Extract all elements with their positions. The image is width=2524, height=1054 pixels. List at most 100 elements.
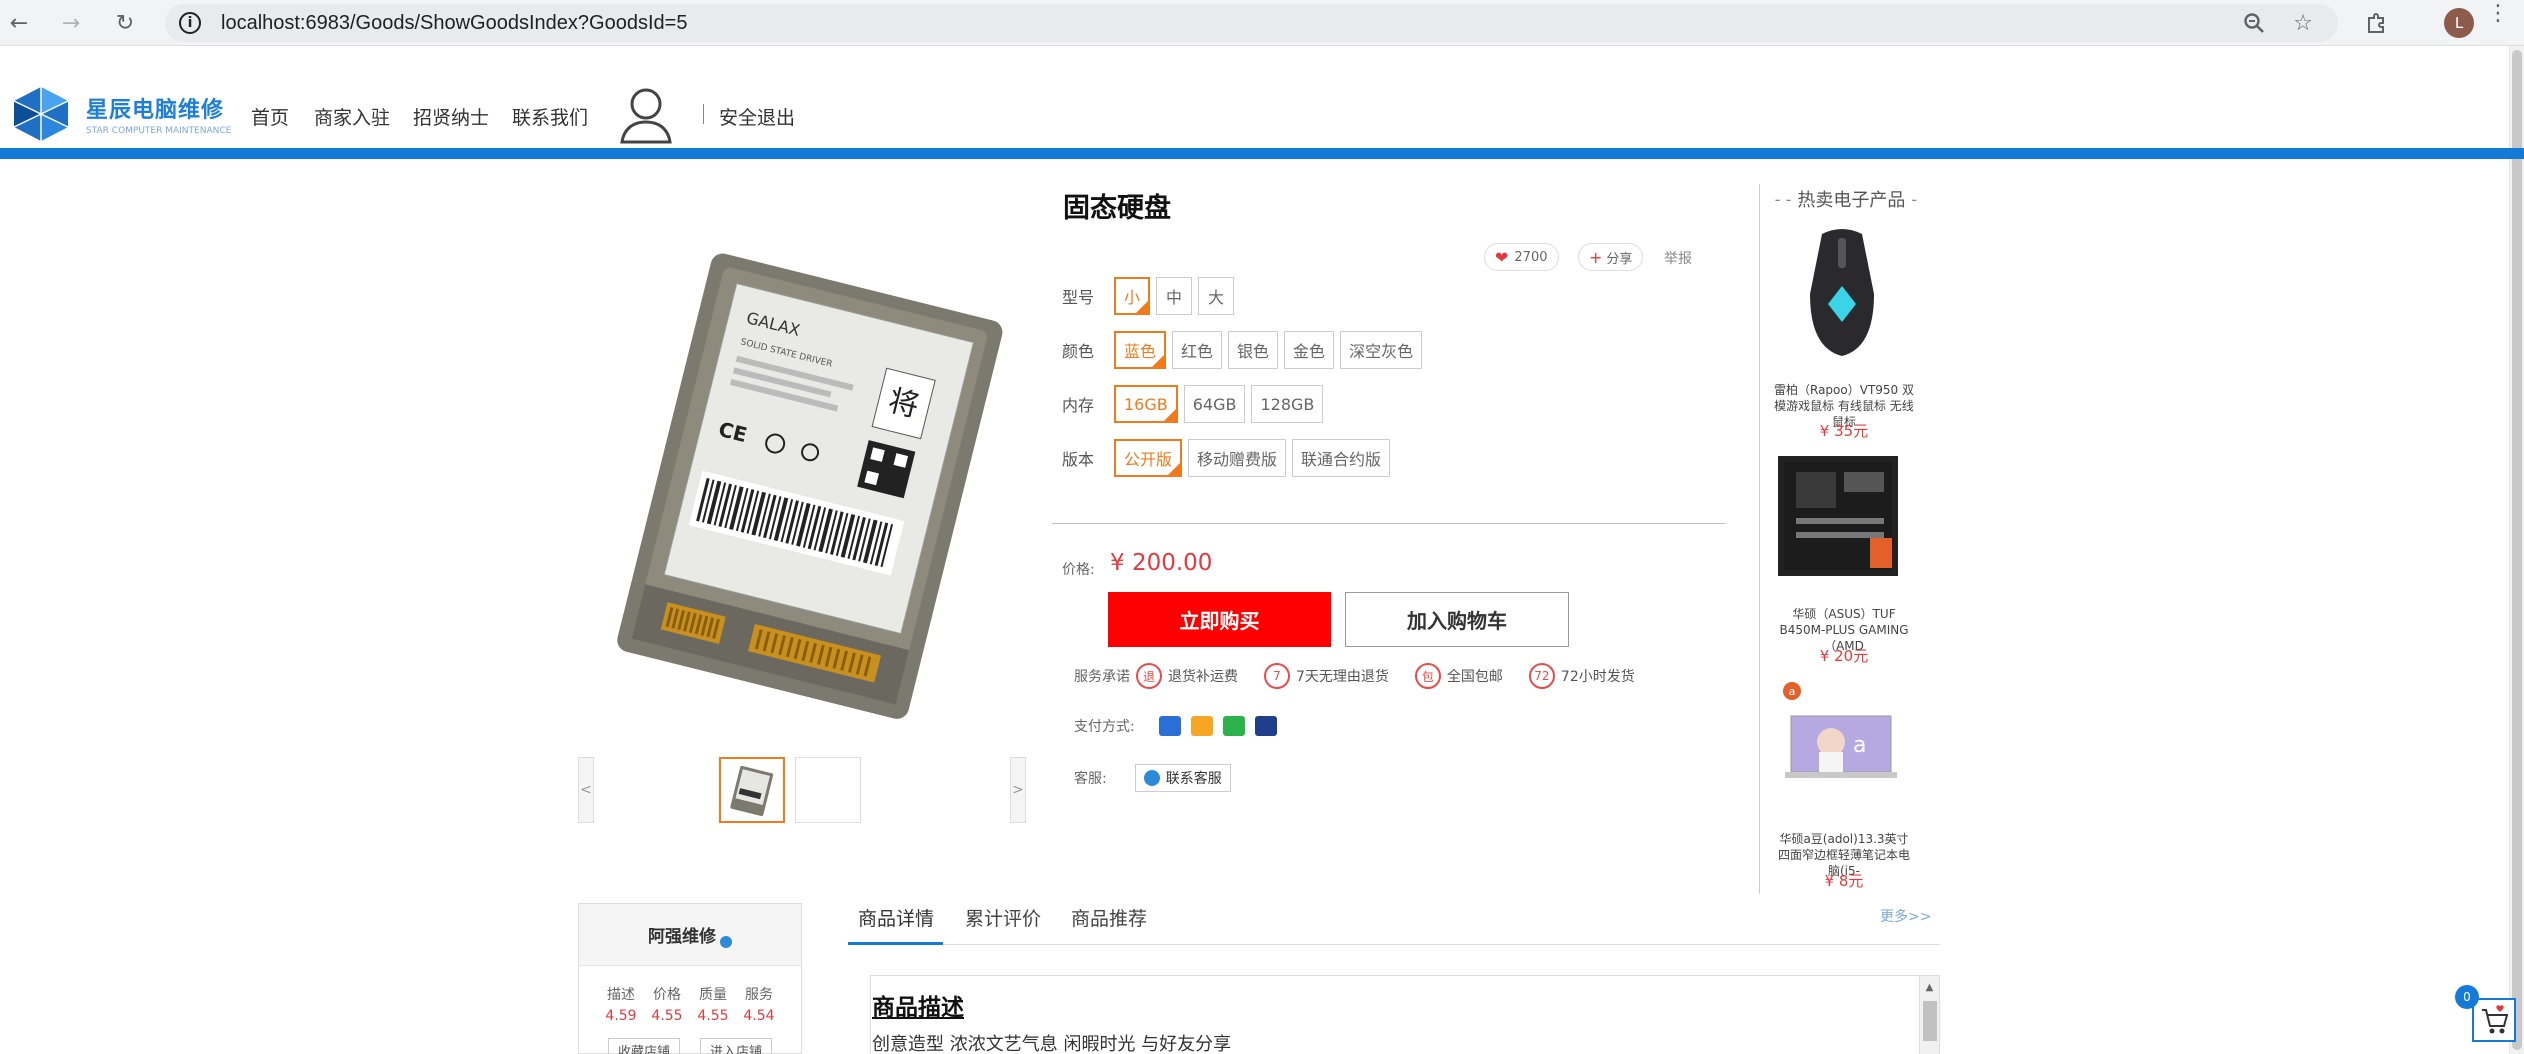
option-version-mobile[interactable]: 移动赠费版 [1188,439,1287,477]
zoom-icon[interactable] [2237,6,2271,40]
price-value: ¥ 200.00 [1110,550,1213,576]
heart-icon: ❤ [1495,247,1509,267]
logo-icon [13,87,69,141]
option-label: 颜色 [1062,342,1095,361]
page-scrollbar[interactable] [2509,46,2524,1054]
shop-chat-icon[interactable] [720,935,732,948]
like-button[interactable]: ❤ 2700 [1484,243,1559,271]
more-link[interactable]: 更多>> [1880,906,1931,926]
option-row-memory: 内存 16GB 64GB 128GB [1062,385,1329,423]
user-icon[interactable] [618,84,674,150]
brand-name: 星辰电脑维修 [86,98,225,123]
tab-active-indicator [848,942,943,945]
cart-icon [2482,1005,2509,1034]
shop-stat-label: 价格 [653,987,681,1003]
browser-toolbar: ← → ↻ i localhost:6983/Goods/ShowGoodsIn… [0,0,2524,46]
bookmark-star-icon[interactable]: ☆ [2286,6,2320,40]
tab-recommend[interactable]: 商品推荐 [1071,904,1147,931]
address-bar[interactable]: i localhost:6983/Goods/ShowGoodsIndex?Go… [165,4,2338,42]
shop-card: 阿强维修 描述 价格 质量 服务 4.59 4.55 4.55 4.54 收藏店… [578,903,802,1054]
option-version-public[interactable]: 公开版 [1114,439,1183,477]
option-color-silver[interactable]: 银色 [1228,331,1279,369]
card-pay-icon [1158,716,1181,736]
forward-icon[interactable]: → [56,8,86,38]
thumbnail-2[interactable] [795,757,861,823]
option-model-large[interactable]: 大 [1198,277,1234,315]
shop-stat-value: 4.55 [651,1008,683,1024]
url-text[interactable]: localhost:6983/Goods/ShowGoodsIndex?Good… [221,12,687,35]
menu-kebab-icon[interactable]: ⋮ [2487,3,2509,25]
brand-badge-icon: a [1783,682,1801,700]
hot-item-2-image[interactable] [1778,456,1898,576]
option-version-unicom[interactable]: 联通合约版 [1292,439,1391,477]
shop-name[interactable]: 阿强维修 [648,922,716,947]
service-text: 72小时发货 [1560,669,1635,685]
back-icon[interactable]: ← [4,8,34,38]
extensions-icon[interactable] [2360,6,2394,40]
site-logo[interactable]: 星辰电脑维修 STAR COMPUTER MAINTENANCE [10,85,231,143]
detail-scrollbar-thumb[interactable] [1922,1001,1937,1041]
site-info-icon[interactable]: i [179,12,201,34]
product-main-image[interactable]: GALAX SOLID STATE DRIVER 将 CE [590,240,1020,730]
enter-shop-button[interactable]: 进入店铺 [700,1038,772,1054]
72h-delivery-icon: 72 [1528,663,1555,689]
share-label: 分享 [1606,251,1633,267]
nav-contact[interactable]: 联系我们 [512,103,588,130]
option-color-spacegray[interactable]: 深空灰色 [1340,331,1423,369]
shop-stat-label: 描述 [607,987,635,1003]
logout-link[interactable]: 安全退出 [719,103,795,130]
nav-merchant[interactable]: 商家入驻 [314,103,390,130]
info-divider [1052,523,1725,524]
chat-icon [1143,770,1160,786]
profile-avatar[interactable]: L [2444,8,2474,38]
thumb-prev-button[interactable]: < [578,757,594,823]
option-label: 版本 [1062,450,1095,469]
detail-scrollbar[interactable]: ▲ [1919,976,1939,1054]
option-color-red[interactable]: 红色 [1172,331,1223,369]
nav-divider [703,104,704,124]
service-promises: 服务承诺 退 退货补运费 7 7天无理由退货 包 全国包邮 72 72小时发货 [1074,663,1661,689]
floating-cart-button[interactable] [2472,998,2516,1042]
shop-stat-value: 4.55 [697,1008,729,1024]
option-label: 型号 [1062,288,1095,307]
option-model-small[interactable]: 小 [1114,277,1150,315]
tab-details[interactable]: 商品详情 [858,904,934,931]
option-memory-16gb[interactable]: 16GB [1114,385,1178,423]
header-accent-bar [0,148,2524,159]
scrollbar-thumb[interactable] [2512,50,2522,1050]
shop-stat-label: 服务 [745,987,773,1003]
hot-item-3-price: ¥ 8元 [1824,872,1864,890]
report-link[interactable]: 举报 [1664,248,1692,268]
nav-home[interactable]: 首页 [251,103,289,130]
option-model-medium[interactable]: 中 [1156,277,1192,315]
favorite-shop-button[interactable]: 收藏店铺 [608,1038,680,1054]
shop-stat-value: 4.54 [743,1008,775,1024]
option-memory-64gb[interactable]: 64GB [1183,385,1246,423]
wechat-pay-icon [1222,716,1245,736]
tab-reviews[interactable]: 累计评价 [965,904,1041,931]
nav-careers[interactable]: 招贤纳士 [413,103,489,130]
customer-service: 客服: 联系客服 [1074,764,1231,792]
hot-divider [1759,184,1760,894]
contact-support-button[interactable]: 联系客服 [1134,764,1231,792]
buy-now-button[interactable]: 立即购买 [1108,592,1331,647]
share-button[interactable]: + 分享 [1578,243,1644,271]
add-to-cart-button[interactable]: 加入购物车 [1345,592,1569,647]
thumb-next-button[interactable]: > [1010,757,1026,823]
option-memory-128gb[interactable]: 128GB [1251,385,1324,423]
service-label: 服务承诺 [1074,669,1130,685]
alipay-icon [1190,716,1213,736]
cart-count-badge: 0 [2455,985,2479,1009]
brand-subtitle: STAR COMPUTER MAINTENANCE [86,126,232,136]
option-color-blue[interactable]: 蓝色 [1114,331,1167,369]
thumbnail-1[interactable] [719,757,785,823]
reload-icon[interactable]: ↻ [110,8,140,38]
option-label: 内存 [1062,396,1095,415]
hot-item-1-image[interactable] [1778,224,1906,364]
hot-item-3-image[interactable]: a [1781,712,1901,782]
like-count: 2700 [1514,249,1548,265]
hot-item-2-price: ¥ 20元 [1819,647,1869,665]
option-color-gold[interactable]: 金色 [1284,331,1335,369]
service-text: 退货补运费 [1168,669,1238,685]
shop-stat-label: 质量 [699,987,727,1003]
